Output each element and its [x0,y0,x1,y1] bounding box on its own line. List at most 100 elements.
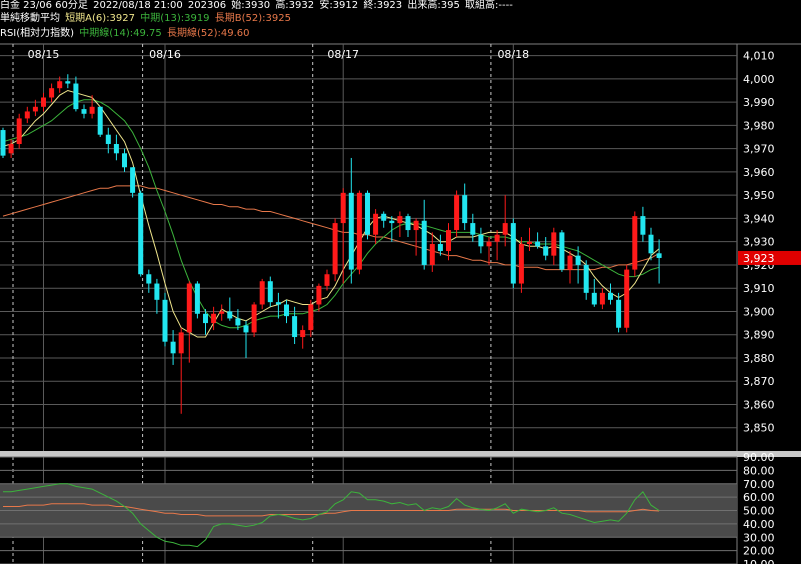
candle-body [510,223,516,284]
panel-separator [0,451,801,457]
candle-body [57,81,63,89]
candle-body [251,304,257,333]
candle-body [575,255,581,265]
candle-body [49,88,55,98]
candle-body [381,213,387,221]
candle-body [421,220,427,265]
candle-body [373,213,379,235]
price-y-tick-label: 4,010 [743,50,775,63]
candle-body [300,330,306,338]
price-y-tick-label: 3,990 [743,96,775,109]
candle-body [332,223,338,275]
price-y-tick-label: 3,860 [743,398,775,411]
candle-body [518,244,524,284]
candle-body [632,216,638,270]
candle-body [308,304,314,331]
candle-body [446,230,451,251]
candle-body [454,195,460,231]
candle-body [122,153,127,168]
price-y-tick-label: 3,910 [743,282,775,295]
candle-body [599,292,605,305]
candle-body [32,106,38,112]
candle-body [527,241,532,245]
candle-body [616,299,622,328]
candle-body [316,285,322,305]
price-y-tick-label: 3,980 [743,119,775,132]
candle-body [219,311,225,314]
x-date-label: 08/16 [149,48,181,61]
price-y-tick-label: 4,000 [743,73,775,86]
candle-body [146,274,152,284]
candle-body [656,253,662,258]
candle-body [470,223,476,235]
candle-body [551,232,557,256]
candle-body [365,192,370,235]
x-date-label: 08/15 [28,48,60,61]
price-y-tick-label: 3,870 [743,375,775,388]
candle-body [397,216,403,224]
candle-body [154,283,160,300]
candle-body [235,318,241,326]
candle-body [170,341,176,354]
current-price-label: 3,923 [743,252,775,265]
candle-body [405,216,411,231]
candle-body [178,332,184,354]
candle-body [389,220,395,224]
candle-body [105,134,111,145]
price-y-tick-label: 3,960 [743,166,775,179]
candle-body [494,234,500,242]
x-date-label: 08/18 [497,48,529,61]
rsi-y-tick-label: 70.00 [743,478,775,491]
candle-body [97,106,103,135]
candle-body [559,232,565,270]
candle-body [41,97,46,107]
candle-body [437,244,443,251]
candle-body [608,292,613,300]
candle-body [211,313,217,324]
candle-body [324,274,330,286]
candle-body [113,144,119,154]
price-y-tick-label: 3,940 [743,212,775,225]
candle-body [162,299,168,342]
candle-body [81,109,87,114]
candle-body [502,223,508,235]
candle-body [243,325,249,333]
candle-body [583,264,589,293]
candle-body [462,195,468,224]
candle-body [486,241,492,247]
rsi-y-tick-label: 20.00 [743,545,775,558]
candle-body [138,192,144,275]
candle-body [16,118,22,145]
candle-body [648,234,654,254]
candle-body [275,302,281,305]
candle-body [543,246,549,256]
candle-body [130,167,136,193]
candle-body [340,192,346,224]
price-y-tick-label: 3,950 [743,189,775,202]
candlestick-chart[interactable]: 3,8503,8603,8703,8803,8903,9003,9103,920… [0,0,801,564]
candle-body [640,216,646,235]
candle-body [0,130,6,156]
candle-body [259,281,265,305]
candle-body [292,316,298,338]
rsi-y-tick-label: 60.00 [743,491,775,504]
candle-body [284,304,289,317]
candle-body [194,283,200,314]
price-y-tick-label: 3,890 [743,329,775,342]
price-y-tick-label: 3,930 [743,236,775,249]
candle-body [24,111,30,119]
rsi-y-tick-label: 90.00 [743,451,775,464]
x-date-label: 08/17 [327,48,359,61]
candle-body [624,269,630,328]
price-y-tick-label: 3,850 [743,422,775,435]
candle-body [73,83,79,110]
price-y-tick-label: 3,900 [743,305,775,318]
candle-body [567,255,573,270]
price-y-tick-label: 3,970 [743,143,775,156]
candle-body [535,241,541,247]
candle-body [203,313,208,324]
rsi-y-tick-label: 10.00 [743,558,775,564]
rsi-y-tick-label: 80.00 [743,464,775,477]
rsi-y-tick-label: 40.00 [743,518,775,531]
rsi-y-tick-label: 30.00 [743,531,775,544]
